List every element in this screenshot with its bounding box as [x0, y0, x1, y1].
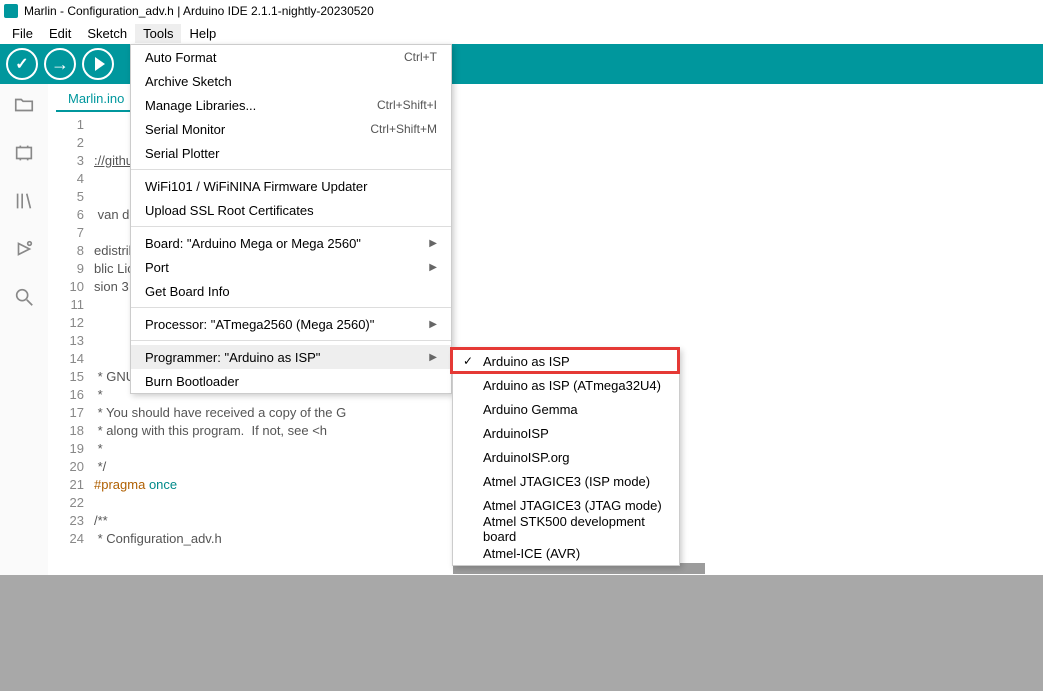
submenu-item[interactable]: ArduinoISP	[453, 421, 679, 445]
upload-button[interactable]: →	[44, 48, 76, 80]
check-icon: ✓	[15, 54, 28, 74]
chevron-right-icon: ▶	[429, 238, 437, 249]
chevron-right-icon: ▶	[429, 319, 437, 330]
menu-separator	[131, 340, 451, 341]
menu-separator	[131, 169, 451, 170]
menu-item-label: WiFi101 / WiFiNINA Firmware Updater	[145, 179, 367, 194]
submenu-item[interactable]: Atmel JTAGICE3 (ISP mode)	[453, 469, 679, 493]
library-icon[interactable]	[13, 190, 35, 212]
menu-item-label: Manage Libraries...	[145, 98, 256, 113]
menu-item[interactable]: WiFi101 / WiFiNINA Firmware Updater	[131, 174, 451, 198]
menu-bar: FileEditSketchToolsHelp	[0, 22, 1043, 44]
folder-icon[interactable]	[13, 94, 35, 116]
submenu-item-label: Arduino as ISP (ATmega32U4)	[483, 378, 661, 393]
submenu-item-label: Arduino Gemma	[483, 402, 578, 417]
submenu-item[interactable]: ✓ Arduino as ISP	[453, 349, 679, 373]
submenu-item-label: ArduinoISP.org	[483, 450, 570, 465]
menu-shortcut: Ctrl+Shift+I	[377, 98, 437, 112]
window-title: Marlin - Configuration_adv.h | Arduino I…	[24, 4, 374, 18]
menu-item[interactable]: Auto Format Ctrl+T	[131, 45, 451, 69]
submenu-item-label: Atmel STK500 development board	[483, 514, 665, 544]
check-icon: ✓	[463, 354, 473, 368]
arrow-right-icon: →	[51, 54, 69, 75]
submenu-item-label: Atmel JTAGICE3 (JTAG mode)	[483, 498, 662, 513]
submenu-item[interactable]: Atmel-ICE (AVR)	[453, 541, 679, 565]
submenu-item[interactable]: ArduinoISP.org	[453, 445, 679, 469]
menu-item[interactable]: Get Board Info	[131, 279, 451, 303]
menu-item-label: Upload SSL Root Certificates	[145, 203, 314, 218]
menu-shortcut: Ctrl+T	[404, 50, 437, 64]
menu-item-label: Serial Plotter	[145, 146, 219, 161]
title-bar: Marlin - Configuration_adv.h | Arduino I…	[0, 0, 1043, 22]
verify-button[interactable]: ✓	[6, 48, 38, 80]
menu-item-label: Get Board Info	[145, 284, 230, 299]
submenu-item-label: Atmel JTAGICE3 (ISP mode)	[483, 474, 650, 489]
menu-item[interactable]: Burn Bootloader	[131, 369, 451, 393]
menu-item-label: Board: "Arduino Mega or Mega 2560"	[145, 236, 361, 251]
submenu-item[interactable]: Atmel STK500 development board	[453, 517, 679, 541]
submenu-item-label: Atmel-ICE (AVR)	[483, 546, 580, 561]
tools-menu: Auto Format Ctrl+T Archive Sketch Manage Li…	[130, 44, 452, 394]
menu-separator	[131, 307, 451, 308]
menu-item-label: Processor: "ATmega2560 (Mega 2560)"	[145, 317, 374, 332]
chevron-right-icon: ▶	[429, 262, 437, 273]
submenu-item-label: ArduinoISP	[483, 426, 549, 441]
left-sidebar	[0, 84, 48, 575]
menu-shortcut: Ctrl+Shift+M	[370, 122, 437, 136]
menu-item[interactable]: Serial Monitor Ctrl+Shift+M	[131, 117, 451, 141]
debug-button[interactable]	[82, 48, 114, 80]
menu-item[interactable]: Manage Libraries... Ctrl+Shift+I	[131, 93, 451, 117]
menu-separator	[131, 226, 451, 227]
menubar-item-edit[interactable]: Edit	[41, 24, 79, 43]
menu-item[interactable]: Port ▶	[131, 255, 451, 279]
menubar-item-sketch[interactable]: Sketch	[79, 24, 135, 43]
menu-item[interactable]: Board: "Arduino Mega or Mega 2560" ▶	[131, 231, 451, 255]
menu-item[interactable]: Processor: "ATmega2560 (Mega 2560)" ▶	[131, 312, 451, 336]
menubar-item-help[interactable]: Help	[181, 24, 224, 43]
bottom-panel	[0, 575, 1043, 691]
submenu-item-label: Arduino as ISP	[483, 354, 570, 369]
chevron-right-icon: ▶	[429, 352, 437, 363]
submenu-item[interactable]: Arduino Gemma	[453, 397, 679, 421]
submenu-item[interactable]: Arduino as ISP (ATmega32U4)	[453, 373, 679, 397]
app-icon	[4, 4, 18, 18]
menu-item-label: Auto Format	[145, 50, 217, 65]
menu-item-label: Serial Monitor	[145, 122, 225, 137]
menu-item[interactable]: Archive Sketch	[131, 69, 451, 93]
menu-item[interactable]: Upload SSL Root Certificates	[131, 198, 451, 222]
boards-icon[interactable]	[13, 142, 35, 164]
menu-item-label: Archive Sketch	[145, 74, 232, 89]
tab-marlin-ino[interactable]: Marlin.ino	[56, 87, 136, 112]
debug-icon[interactable]	[13, 238, 35, 260]
menu-item[interactable]: Serial Plotter	[131, 141, 451, 165]
search-icon[interactable]	[13, 286, 35, 308]
menu-item[interactable]: Programmer: "Arduino as ISP" ▶	[131, 345, 451, 369]
programmer-submenu: ✓ Arduino as ISP Arduino as ISP (ATmega32U…	[452, 348, 680, 566]
menubar-item-tools[interactable]: Tools	[135, 24, 181, 43]
menu-item-label: Port	[145, 260, 169, 275]
play-icon	[95, 57, 105, 71]
menubar-item-file[interactable]: File	[4, 24, 41, 43]
line-number-gutter: 123456789101112131415161718192021222324	[48, 116, 94, 548]
menu-item-label: Burn Bootloader	[145, 374, 239, 389]
menu-item-label: Programmer: "Arduino as ISP"	[145, 350, 320, 365]
